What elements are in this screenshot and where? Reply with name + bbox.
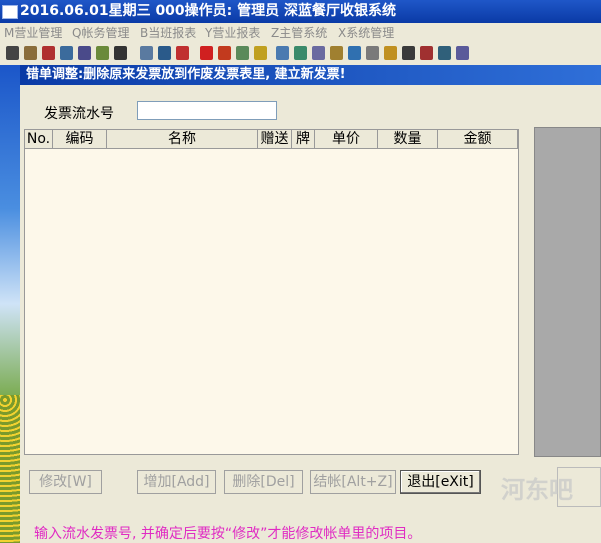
hint-text: 输入流水发票号, 并确定后要按“修改”才能修改帐单里的项目。	[34, 526, 422, 542]
pointer-icon[interactable]	[6, 46, 19, 60]
background-image	[0, 65, 20, 543]
items-table[interactable]: No. 编码 名称 赠送 牌 单价 数量 金额	[24, 129, 519, 455]
help-icon[interactable]	[456, 46, 469, 60]
money-icon[interactable]	[254, 46, 267, 60]
person-icon[interactable]	[236, 46, 249, 60]
stop-icon[interactable]	[218, 46, 231, 60]
doc-icon[interactable]	[42, 46, 55, 60]
col-gift[interactable]: 赠送	[258, 130, 292, 148]
copy-icon[interactable]	[78, 46, 91, 60]
flower-field-image	[0, 395, 20, 543]
app-icon[interactable]	[2, 5, 18, 19]
watermark: 河东吧	[501, 476, 573, 504]
dots-icon[interactable]	[366, 46, 379, 60]
menu-accounts[interactable]: Q帐务管理	[72, 23, 129, 43]
serial-number-label: 发票流水号	[44, 106, 114, 122]
edit-icon[interactable]	[60, 46, 73, 60]
col-price[interactable]: 单价	[315, 130, 378, 148]
cut-icon[interactable]	[114, 46, 127, 60]
lock-icon[interactable]	[330, 46, 343, 60]
col-name[interactable]: 名称	[107, 130, 258, 148]
search-icon[interactable]	[276, 46, 289, 60]
menu-manager[interactable]: Z主管系统	[271, 23, 327, 43]
dialog-title: 错单调整:删除原来发票放到作废发票表里, 建立新发票!	[26, 67, 346, 82]
side-panel	[534, 127, 601, 457]
menu-sales-report[interactable]: Y营业报表	[205, 23, 260, 43]
calendar-icon[interactable]	[438, 46, 451, 60]
menu-business[interactable]: M营业管理	[4, 23, 62, 43]
toolbar	[0, 43, 601, 66]
print-icon[interactable]	[24, 46, 37, 60]
invoice-adjust-dialog: 错单调整:删除原来发票放到作废发票表里, 建立新发票! 发票流水号 No. 编码…	[20, 65, 601, 543]
check-icon[interactable]	[176, 46, 189, 60]
add-button[interactable]: 增加[Add]	[137, 470, 216, 494]
col-code[interactable]: 编码	[53, 130, 107, 148]
col-qty[interactable]: 数量	[378, 130, 438, 148]
col-no[interactable]: No.	[25, 130, 53, 148]
tree-icon[interactable]	[294, 46, 307, 60]
table-header: No. 编码 名称 赠送 牌 单价 数量 金额	[25, 130, 518, 149]
window-titlebar: 2016.06.01星期三 000操作员: 管理员 深蓝餐厅收银系统	[0, 0, 601, 23]
menu-shift-report[interactable]: B当班报表	[140, 23, 196, 43]
window-title: 2016.06.01星期三 000操作员: 管理员 深蓝餐厅收银系统	[20, 3, 397, 19]
flash-icon[interactable]	[384, 46, 397, 60]
exit-button[interactable]: 退出[eXit]	[400, 470, 481, 494]
table-icon[interactable]	[158, 46, 171, 60]
info-icon[interactable]	[312, 46, 325, 60]
serial-number-input[interactable]	[137, 101, 277, 120]
col-tag[interactable]: 牌	[292, 130, 315, 148]
modify-button[interactable]: 修改[W]	[29, 470, 102, 494]
report-icon[interactable]	[140, 46, 153, 60]
checkout-button[interactable]: 结帐[Alt+Z]	[310, 470, 396, 494]
globe-icon[interactable]	[348, 46, 361, 60]
exit-icon[interactable]	[420, 46, 433, 60]
key-icon[interactable]	[402, 46, 415, 60]
paste-icon[interactable]	[96, 46, 109, 60]
menu-system[interactable]: X系统管理	[338, 23, 394, 43]
dialog-titlebar: 错单调整:删除原来发票放到作废发票表里, 建立新发票!	[20, 65, 601, 85]
col-amount[interactable]: 金额	[438, 130, 518, 148]
menu-bar: M营业管理 Q帐务管理 B当班报表 Y营业报表 Z主管系统 X系统管理	[0, 23, 601, 43]
delete-button[interactable]: 删除[Del]	[224, 470, 303, 494]
cancel-icon[interactable]	[200, 46, 213, 60]
